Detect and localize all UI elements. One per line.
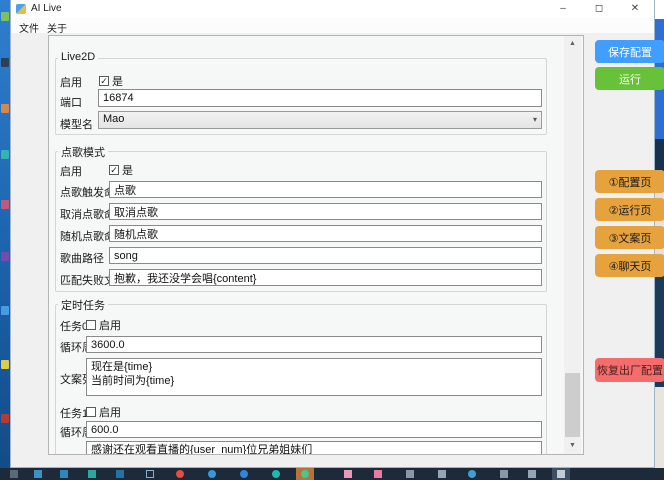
save-config-button[interactable]: 保存配置: [595, 40, 664, 63]
model-select[interactable]: Mao ▾: [98, 111, 542, 129]
chevron-down-icon: ▾: [533, 115, 537, 124]
song-enable-label: 启用: [60, 163, 82, 179]
cycle1-input[interactable]: [86, 421, 542, 438]
taskbar-app-icon[interactable]: [116, 470, 124, 478]
checkbox-label: 是: [112, 73, 123, 89]
checkbox-label: 启用: [99, 404, 121, 420]
desktop-icon-fragment: [1, 200, 9, 209]
scroll-up-icon[interactable]: ▲: [564, 36, 581, 52]
desktop-icon-fragment: [1, 414, 9, 423]
menubar: 文件 关于: [11, 18, 654, 33]
menu-file[interactable]: 文件: [15, 19, 43, 36]
tab-run-page[interactable]: ②运行页: [595, 198, 664, 221]
window-title: AI Live: [31, 3, 62, 14]
checkbox-checked-icon[interactable]: ✓: [109, 165, 119, 175]
scrollbar-thumb[interactable]: [565, 373, 580, 437]
taskbar-app-icon[interactable]: [272, 470, 280, 478]
taskbar-app-icon[interactable]: [374, 470, 382, 478]
scroll-down-icon[interactable]: ▼: [564, 438, 581, 454]
model-select-value: Mao: [103, 113, 124, 125]
taskbar-hovered-app[interactable]: [552, 468, 570, 480]
taskbar-active-app[interactable]: [296, 468, 314, 480]
taskbar: [0, 468, 664, 480]
song-cancel-input[interactable]: [109, 203, 542, 220]
tab-text-page[interactable]: ③文案页: [595, 226, 664, 249]
taskbar-app-icon[interactable]: [406, 470, 414, 478]
desktop-icon-fragment: [1, 306, 9, 315]
checkbox-checked-icon[interactable]: ✓: [99, 76, 109, 86]
song-random-input[interactable]: [109, 225, 542, 242]
group-song-title: 点歌模式: [58, 144, 108, 160]
task0-text-list[interactable]: 现在是{time} 当前时间为{time}: [86, 358, 542, 396]
tab-config-page[interactable]: ①配置页: [595, 170, 664, 193]
song-enable-checkbox[interactable]: ✓ 是: [109, 162, 133, 178]
vertical-scrollbar[interactable]: ▲ ▼: [564, 36, 581, 454]
desktop-icon-fragment: [1, 58, 9, 67]
checkbox-label: 是: [122, 162, 133, 178]
desktop-edge-strip: [0, 0, 10, 480]
song-path-input[interactable]: [109, 247, 542, 264]
cycle0-input[interactable]: [86, 336, 542, 353]
checkbox-unchecked-icon[interactable]: [86, 320, 96, 330]
menu-about[interactable]: 关于: [43, 19, 71, 36]
taskbar-app-icon[interactable]: [208, 470, 216, 478]
minimize-button[interactable]: –: [550, 0, 576, 18]
taskbar-app-icon[interactable]: [60, 470, 68, 478]
app-logo-icon: [16, 4, 26, 14]
song-trigger-input[interactable]: [109, 181, 542, 198]
taskbar-app-icon[interactable]: [34, 470, 42, 478]
taskbar-app-icon[interactable]: [10, 470, 18, 478]
taskbar-app-icon[interactable]: [146, 470, 154, 478]
live2d-enable-label: 启用: [60, 74, 82, 90]
taskbar-app-icon[interactable]: [500, 470, 508, 478]
desktop-icon-fragment: [1, 360, 9, 369]
task0-label: 任务0: [60, 318, 88, 334]
desktop-icon-fragment: [1, 252, 9, 261]
live2d-enable-checkbox[interactable]: ✓ 是: [99, 73, 123, 89]
app-window: AI Live – ◻ ✕ 文件 关于 Live2D 启用 ✓ 是 端口 模型名…: [10, 0, 655, 468]
maximize-button[interactable]: ◻: [586, 0, 612, 18]
port-input[interactable]: [98, 89, 542, 107]
desktop-screen: AI Live – ◻ ✕ 文件 关于 Live2D 启用 ✓ 是 端口 模型名…: [0, 0, 664, 480]
task1-label: 任务1: [60, 405, 88, 421]
taskbar-app-icon[interactable]: [344, 470, 352, 478]
taskbar-app-icon[interactable]: [438, 470, 446, 478]
tab-chat-page[interactable]: ④聊天页: [595, 254, 664, 277]
song-fail-text-input[interactable]: [109, 269, 542, 286]
taskbar-app-icon[interactable]: [240, 470, 248, 478]
factory-reset-button[interactable]: 恢复出厂配置: [595, 358, 664, 382]
model-label: 模型名: [60, 116, 93, 132]
config-form-panel: Live2D 启用 ✓ 是 端口 模型名 Mao ▾ 点歌模式 启用 ✓ 是 点…: [48, 35, 584, 455]
taskbar-app-icon[interactable]: [468, 470, 476, 478]
checkbox-label: 启用: [99, 317, 121, 333]
close-button[interactable]: ✕: [622, 0, 648, 18]
group-timer-title: 定时任务: [58, 297, 108, 313]
song-row-label: 歌曲路径: [60, 250, 104, 266]
desktop-icon-fragment: [1, 12, 9, 21]
taskbar-app-icon[interactable]: [88, 470, 96, 478]
taskbar-app-icon[interactable]: [176, 470, 184, 478]
run-button[interactable]: 运行: [595, 67, 664, 90]
group-live2d-title: Live2D: [58, 51, 98, 63]
desktop-icon-fragment: [1, 150, 9, 159]
taskbar-app-icon: [301, 470, 309, 478]
taskbar-app-icon[interactable]: [528, 470, 536, 478]
task1-text-list[interactable]: 感谢还在观看直播的{user_num}位兄弟姐妹们: [86, 441, 542, 455]
checkbox-unchecked-icon[interactable]: [86, 407, 96, 417]
background-window-block: [655, 387, 664, 468]
taskbar-app-icon: [557, 470, 565, 478]
titlebar: AI Live – ◻ ✕: [11, 0, 654, 18]
task1-enable-checkbox[interactable]: 启用: [86, 404, 121, 420]
desktop-icon-fragment: [1, 104, 9, 113]
port-label: 端口: [60, 94, 82, 110]
task0-enable-checkbox[interactable]: 启用: [86, 317, 121, 333]
